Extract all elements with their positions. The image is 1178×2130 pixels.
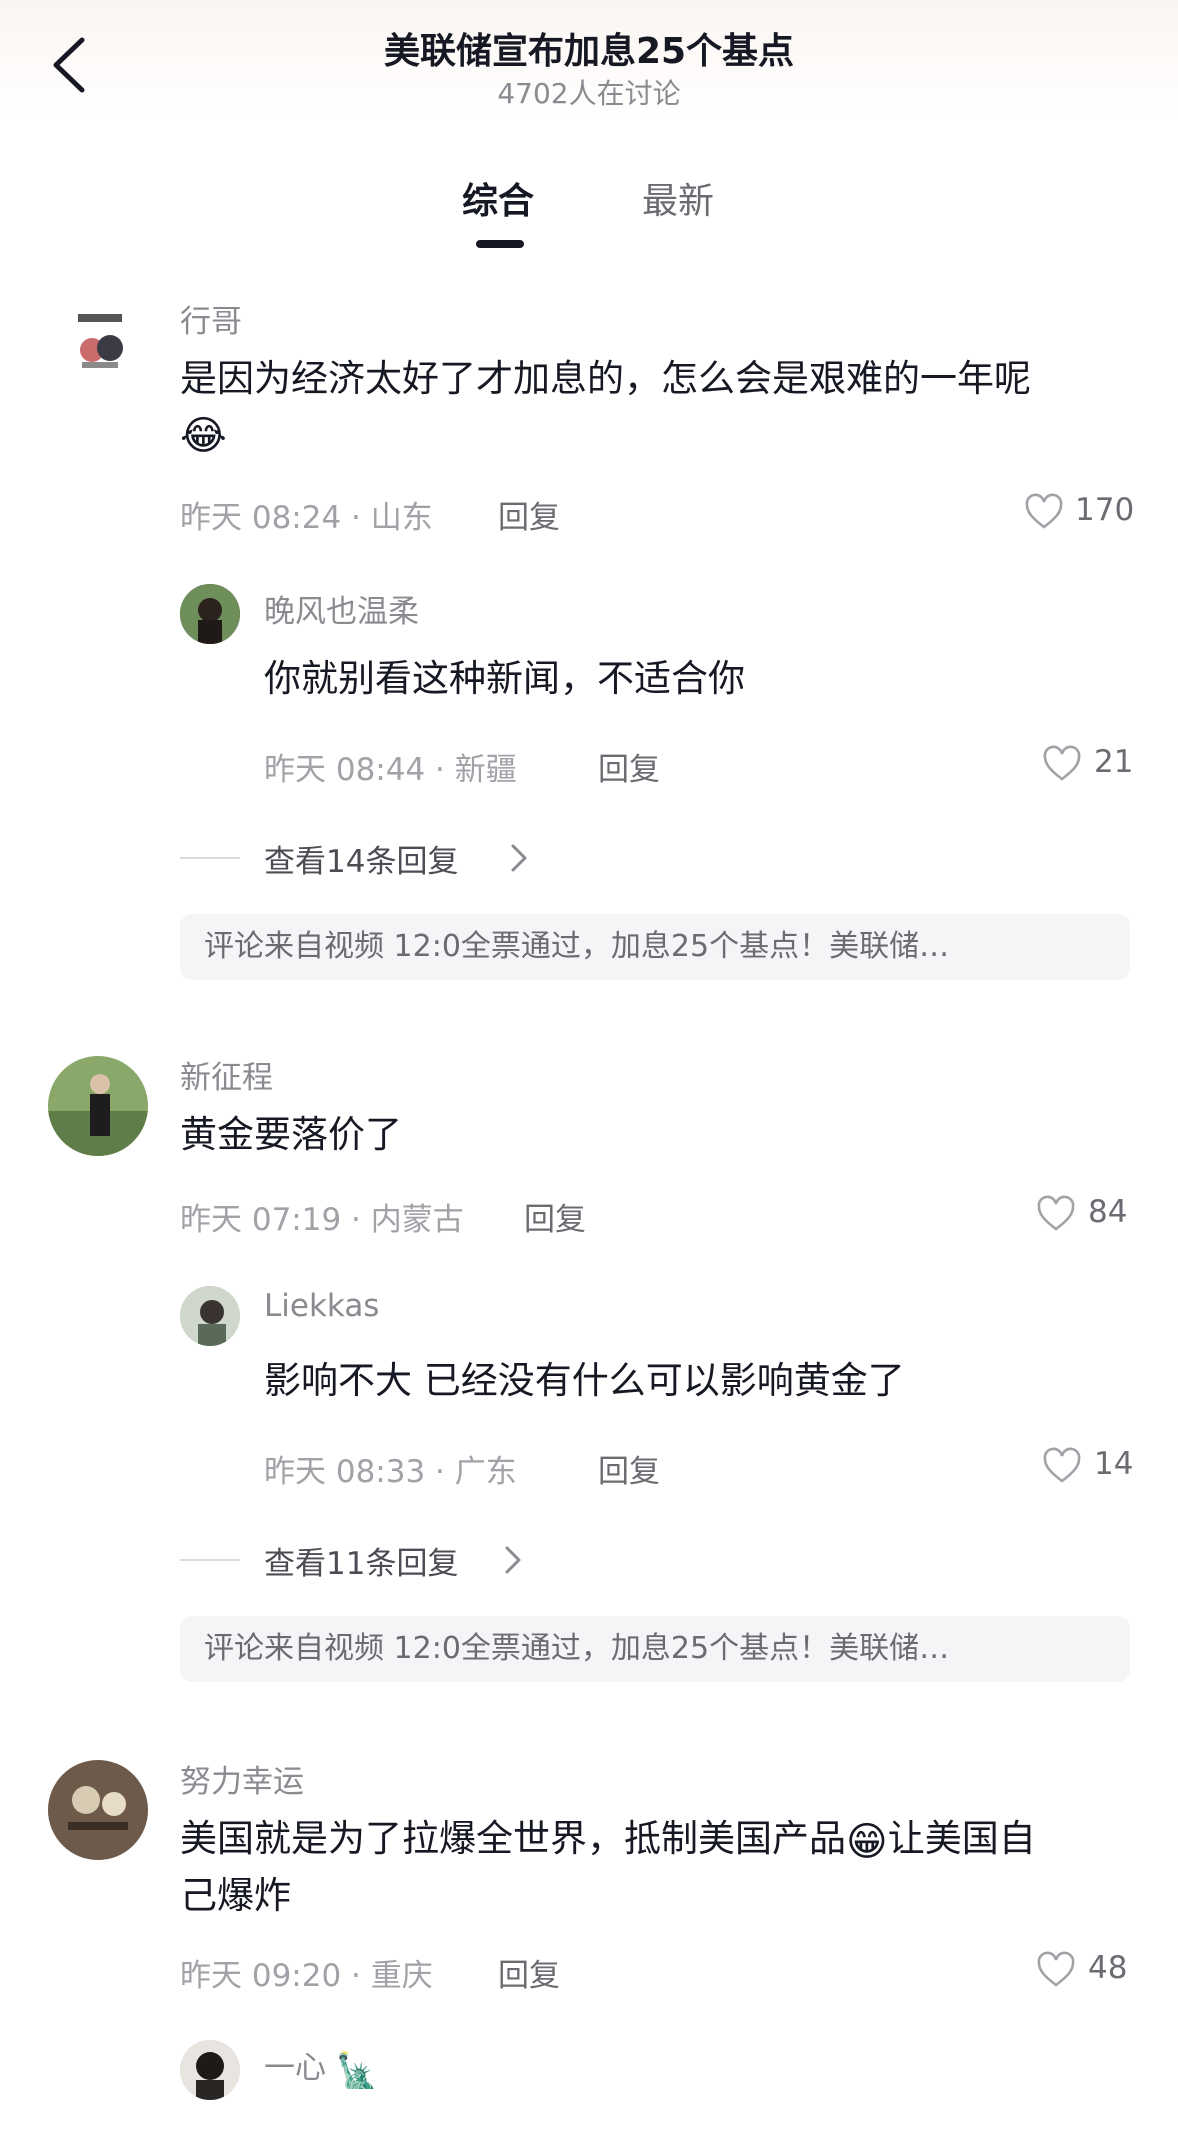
reply-text: 影响不大 已经没有什么可以影响黄金了 <box>264 1359 905 1402</box>
avatar-photo <box>48 1056 148 1156</box>
reply-button[interactable]: 回复 <box>524 1194 586 1239</box>
view-more-replies[interactable]: 查看11条回复 <box>264 1538 458 1583</box>
like-count: 170 <box>1075 492 1135 528</box>
comment-text: 美国就是为了拉爆全世界，抵制美国产品😁让美国自 己爆炸 <box>180 1817 1036 1917</box>
avatar[interactable] <box>48 1760 148 1860</box>
reply-button[interactable]: 回复 <box>498 1950 560 1995</box>
laugh-cry-emoji: 😂 <box>180 413 227 459</box>
avatar-photo <box>180 584 240 644</box>
avatar[interactable] <box>180 584 240 644</box>
comment-username[interactable]: 新征程 <box>180 1052 273 1097</box>
chevron-right-icon[interactable] <box>506 840 532 876</box>
comment-username[interactable]: 行哥 <box>180 296 242 341</box>
divider-line <box>180 857 240 859</box>
avatar[interactable] <box>180 1286 240 1346</box>
avatar-photo <box>180 2040 240 2100</box>
reply-meta: 昨天 08:33 · 广东 <box>264 1454 517 1490</box>
source-video-link[interactable]: 评论来自视频 12:0全票通过，加息25个基点！美联储… <box>180 914 1130 980</box>
heart-outline-icon[interactable] <box>1042 1446 1082 1486</box>
comment-text: 黄金要落价了 <box>180 1113 402 1156</box>
comment-username[interactable]: 努力幸运 <box>180 1756 304 1801</box>
reply-button[interactable]: 回复 <box>598 744 660 789</box>
comment-meta: 昨天 07:19 · 内蒙古 <box>180 1202 464 1238</box>
heart-outline-icon[interactable] <box>1036 1194 1076 1234</box>
comment-meta: 昨天 08:24 · 山东 <box>180 500 433 536</box>
reply-username[interactable]: 晚风也温柔 <box>264 586 419 631</box>
avatar[interactable] <box>64 308 136 380</box>
like-count: 21 <box>1094 744 1134 780</box>
avatar[interactable] <box>48 1056 148 1156</box>
like-count: 48 <box>1088 1950 1128 1986</box>
divider-line <box>180 1559 240 1561</box>
discussion-count: 4702人在讨论 <box>497 77 681 110</box>
reply-username[interactable]: Liekkas <box>264 1288 379 1324</box>
heart-outline-icon[interactable] <box>1036 1950 1076 1990</box>
like-count: 14 <box>1094 1446 1134 1482</box>
source-video-link[interactable]: 评论来自视频 12:0全票通过，加息25个基点！美联储… <box>180 1616 1130 1682</box>
cartoon-avatar-image <box>78 314 123 368</box>
comment-meta: 昨天 09:20 · 重庆 <box>180 1958 433 1994</box>
avatar[interactable] <box>180 2040 240 2100</box>
avatar-photo <box>48 1760 148 1860</box>
comment-text: 是因为经济太好了才加息的，怎么会是艰难的一年呢 😂 <box>180 352 1120 463</box>
chevron-right-icon[interactable] <box>500 1542 526 1578</box>
like-count: 84 <box>1088 1194 1128 1230</box>
heart-outline-icon[interactable] <box>1024 492 1064 532</box>
view-more-replies[interactable]: 查看14条回复 <box>264 836 458 881</box>
grin-emoji: 😁 <box>846 1819 888 1865</box>
heart-outline-icon[interactable] <box>1042 744 1082 784</box>
reply-button[interactable]: 回复 <box>498 492 560 537</box>
top-bar: 美联储宣布加息25个基点 4702人在讨论 <box>0 0 1178 120</box>
avatar-photo <box>180 1286 240 1346</box>
reply-button[interactable]: 回复 <box>598 1446 660 1491</box>
active-tab-indicator <box>476 240 524 248</box>
reply-meta: 昨天 08:44 · 新疆 <box>264 752 517 788</box>
reply-username[interactable]: 一心 🗽 <box>264 2042 378 2091</box>
page-title: 美联储宣布加息25个基点 <box>383 31 795 72</box>
reply-text: 你就别看这种新闻，不适合你 <box>264 657 745 700</box>
tab-zuixin[interactable]: 最新 <box>642 172 714 224</box>
statue-of-liberty-emoji: 🗽 <box>335 2051 379 2091</box>
tab-zonghe[interactable]: 综合 <box>462 172 534 224</box>
